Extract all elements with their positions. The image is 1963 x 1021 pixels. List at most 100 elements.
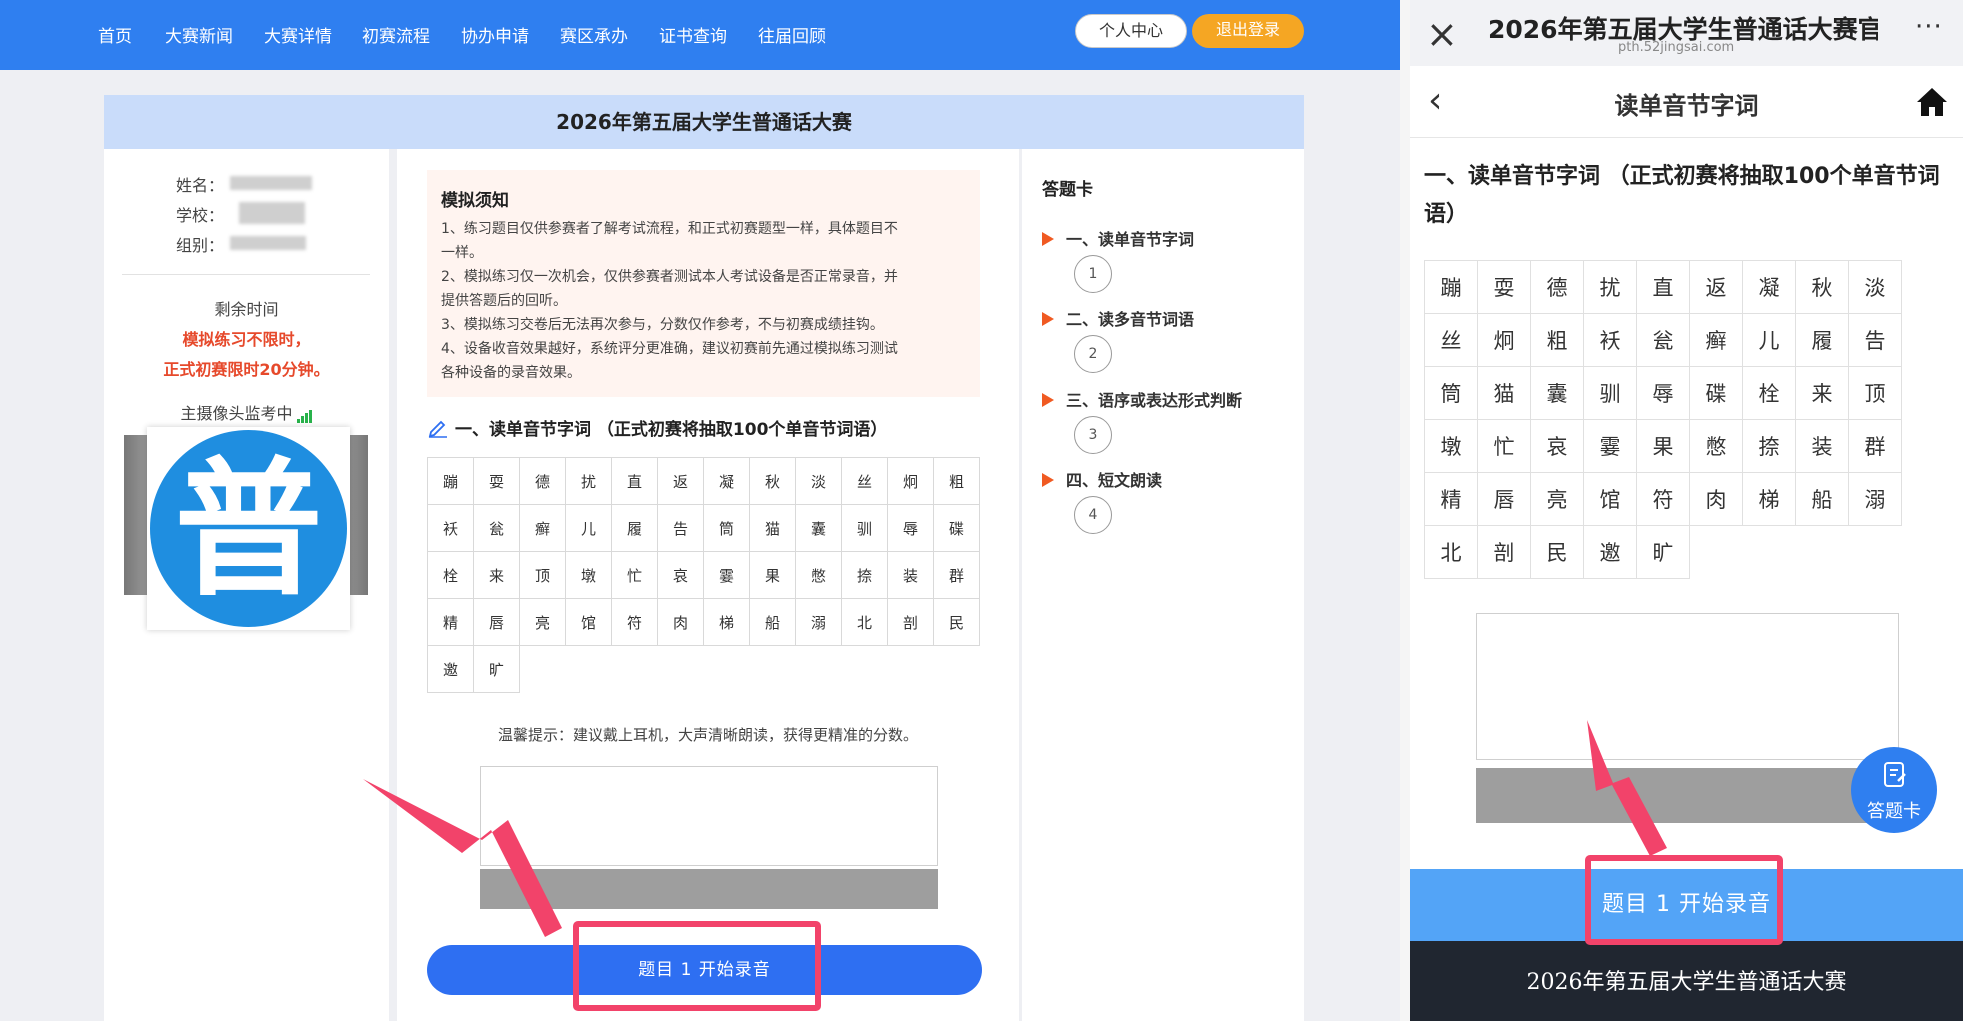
mchar-row: 墩忙哀霎果憋捺装群 <box>1424 419 1902 473</box>
answer-card-button[interactable]: 答题卡 <box>1851 747 1937 833</box>
char-row: 邀旷 <box>427 645 980 693</box>
char-cell: 旷 <box>473 645 520 693</box>
divider <box>122 274 370 275</box>
char-cell: 秋 <box>749 457 796 505</box>
section-title-text: 一、读单音节字词 （正式初赛将抽取100个单音节词语） <box>455 420 888 440</box>
nav-news[interactable]: 大赛新闻 <box>165 22 233 47</box>
mchar-cell: 告 <box>1848 313 1902 367</box>
close-icon[interactable]: × <box>1426 12 1458 56</box>
char-cell: 扰 <box>565 457 612 505</box>
card-question-2[interactable]: 2 <box>1074 335 1112 373</box>
notice-line: 各种设备的录音效果。 <box>441 365 581 381</box>
char-cell: 粗 <box>933 457 980 505</box>
card-question-1[interactable]: 1 <box>1074 255 1112 293</box>
char-cell: 瓮 <box>473 504 520 552</box>
tip-text: 温馨提示：建议戴上耳机，大声清晰朗读，获得更精准的分数。 <box>497 726 918 744</box>
mchar-cell: 履 <box>1795 313 1849 367</box>
card-section-4[interactable]: 四、短文朗读 <box>1042 467 1162 491</box>
answer-card-panel: 答题卡 一、读单音节字词 1 二、读多音节词语 2 三、语序或表达形式判断 3 … <box>1022 149 1304 1021</box>
logo-circle: 普 <box>150 430 347 627</box>
char-cell: 果 <box>749 551 796 599</box>
divider <box>1400 0 1410 1021</box>
card-section-label: 三、语序或表达形式判断 <box>1066 391 1243 410</box>
char-row: 袄瓮癣儿履告筒猫囊驯辱碟 <box>427 504 980 552</box>
notice-line: 4、设备收音效果越好，系统评分更准确，建议初赛前先通过模拟练习测试 <box>441 341 898 357</box>
mobile-audio-progress-bar <box>1476 768 1899 823</box>
char-cell: 馆 <box>565 598 612 646</box>
char-cell: 筒 <box>703 504 750 552</box>
highlight-box <box>573 921 821 1011</box>
nav-home[interactable]: 首页 <box>98 22 132 47</box>
answer-card-icon <box>1884 762 1906 787</box>
audio-progress-bar <box>480 869 938 909</box>
char-cell: 剖 <box>887 598 934 646</box>
card-question-3[interactable]: 3 <box>1074 416 1112 454</box>
mobile-page-title: 读单音节字词 <box>1614 92 1759 120</box>
more-icon[interactable]: ··· <box>1915 12 1943 42</box>
nav-host[interactable]: 赛区承办 <box>560 22 628 47</box>
mchar-cell: 亮 <box>1530 472 1584 526</box>
nav-review[interactable]: 往届回顾 <box>758 22 826 47</box>
char-cell: 溺 <box>795 598 842 646</box>
app-logo: 普 <box>147 427 350 630</box>
logo-glyph: 普 <box>174 444 323 616</box>
card-question-4[interactable]: 4 <box>1074 496 1112 534</box>
char-cell: 蹦 <box>427 457 474 505</box>
notice-line: 一样。 <box>441 245 483 261</box>
mchar-cell: 顶 <box>1848 366 1902 420</box>
card-section-3[interactable]: 三、语序或表达形式判断 <box>1042 387 1242 411</box>
mchar-cell: 墩 <box>1424 419 1478 473</box>
logout-button[interactable]: 退出登录 <box>1192 14 1304 48</box>
top-nav: 首页 大赛新闻 大赛详情 初赛流程 协办申请 赛区承办 证书查询 往届回顾 个人… <box>0 0 1400 70</box>
mchar-cell: 梯 <box>1742 472 1796 526</box>
mchar-cell: 肉 <box>1689 472 1743 526</box>
char-cell: 装 <box>887 551 934 599</box>
profile-button[interactable]: 个人中心 <box>1075 14 1187 48</box>
mchar-row: 丝炯粗袄瓮癣儿履告 <box>1424 313 1902 367</box>
school-label: 学校： <box>176 206 225 225</box>
char-cell: 癣 <box>519 504 566 552</box>
nav-process[interactable]: 初赛流程 <box>362 22 430 47</box>
mchar-cell: 憋 <box>1689 419 1743 473</box>
mchar-cell: 驯 <box>1583 366 1637 420</box>
char-cell: 肉 <box>657 598 704 646</box>
mchar-cell: 囊 <box>1530 366 1584 420</box>
nav-certificate[interactable]: 证书查询 <box>659 22 727 47</box>
timer-note-practice: 模拟练习不限时， <box>182 330 311 349</box>
card-section-2[interactable]: 二、读多音节词语 <box>1042 306 1194 330</box>
timer-note-official: 正式初赛限时20分钟。 <box>163 360 330 379</box>
char-cell: 淡 <box>795 457 842 505</box>
answer-area <box>480 766 938 866</box>
mchar-cell: 凝 <box>1742 260 1796 314</box>
mchar-cell: 唇 <box>1477 472 1531 526</box>
char-cell: 唇 <box>473 598 520 646</box>
notice-title: 模拟须知 <box>441 191 509 211</box>
card-section-1[interactable]: 一、读单音节字词 <box>1042 226 1194 250</box>
desktop-page: 首页 大赛新闻 大赛详情 初赛流程 协办申请 赛区承办 证书查询 往届回顾 个人… <box>0 0 1400 1021</box>
mchar-cell: 霎 <box>1583 419 1637 473</box>
notice-line: 提供答题后的回听。 <box>441 293 567 309</box>
group-value-blurred <box>230 236 306 250</box>
mchar-cell: 扰 <box>1583 260 1637 314</box>
char-cell: 德 <box>519 457 566 505</box>
mchar-cell: 果 <box>1636 419 1690 473</box>
char-cell: 来 <box>473 551 520 599</box>
mchar-cell: 癣 <box>1689 313 1743 367</box>
nav-co-host[interactable]: 协办申请 <box>461 22 529 47</box>
mchar-cell: 辱 <box>1636 366 1690 420</box>
home-icon[interactable] <box>1915 86 1949 118</box>
char-cell: 履 <box>611 504 658 552</box>
char-cell: 霎 <box>703 551 750 599</box>
mchar-cell: 袄 <box>1583 313 1637 367</box>
mchar-row: 蹦耍德扰直返凝秋淡 <box>1424 260 1902 314</box>
school-value-blurred <box>239 202 305 224</box>
char-cell: 返 <box>657 457 704 505</box>
triangle-icon <box>1042 393 1054 407</box>
char-cell: 直 <box>611 457 658 505</box>
mobile-header: ‹ 读单音节字词 <box>1410 66 1963 138</box>
nav-details[interactable]: 大赛详情 <box>264 22 332 47</box>
char-cell: 辱 <box>887 504 934 552</box>
char-cell: 梯 <box>703 598 750 646</box>
mchar-cell: 来 <box>1795 366 1849 420</box>
mchar-cell: 邀 <box>1583 525 1637 579</box>
